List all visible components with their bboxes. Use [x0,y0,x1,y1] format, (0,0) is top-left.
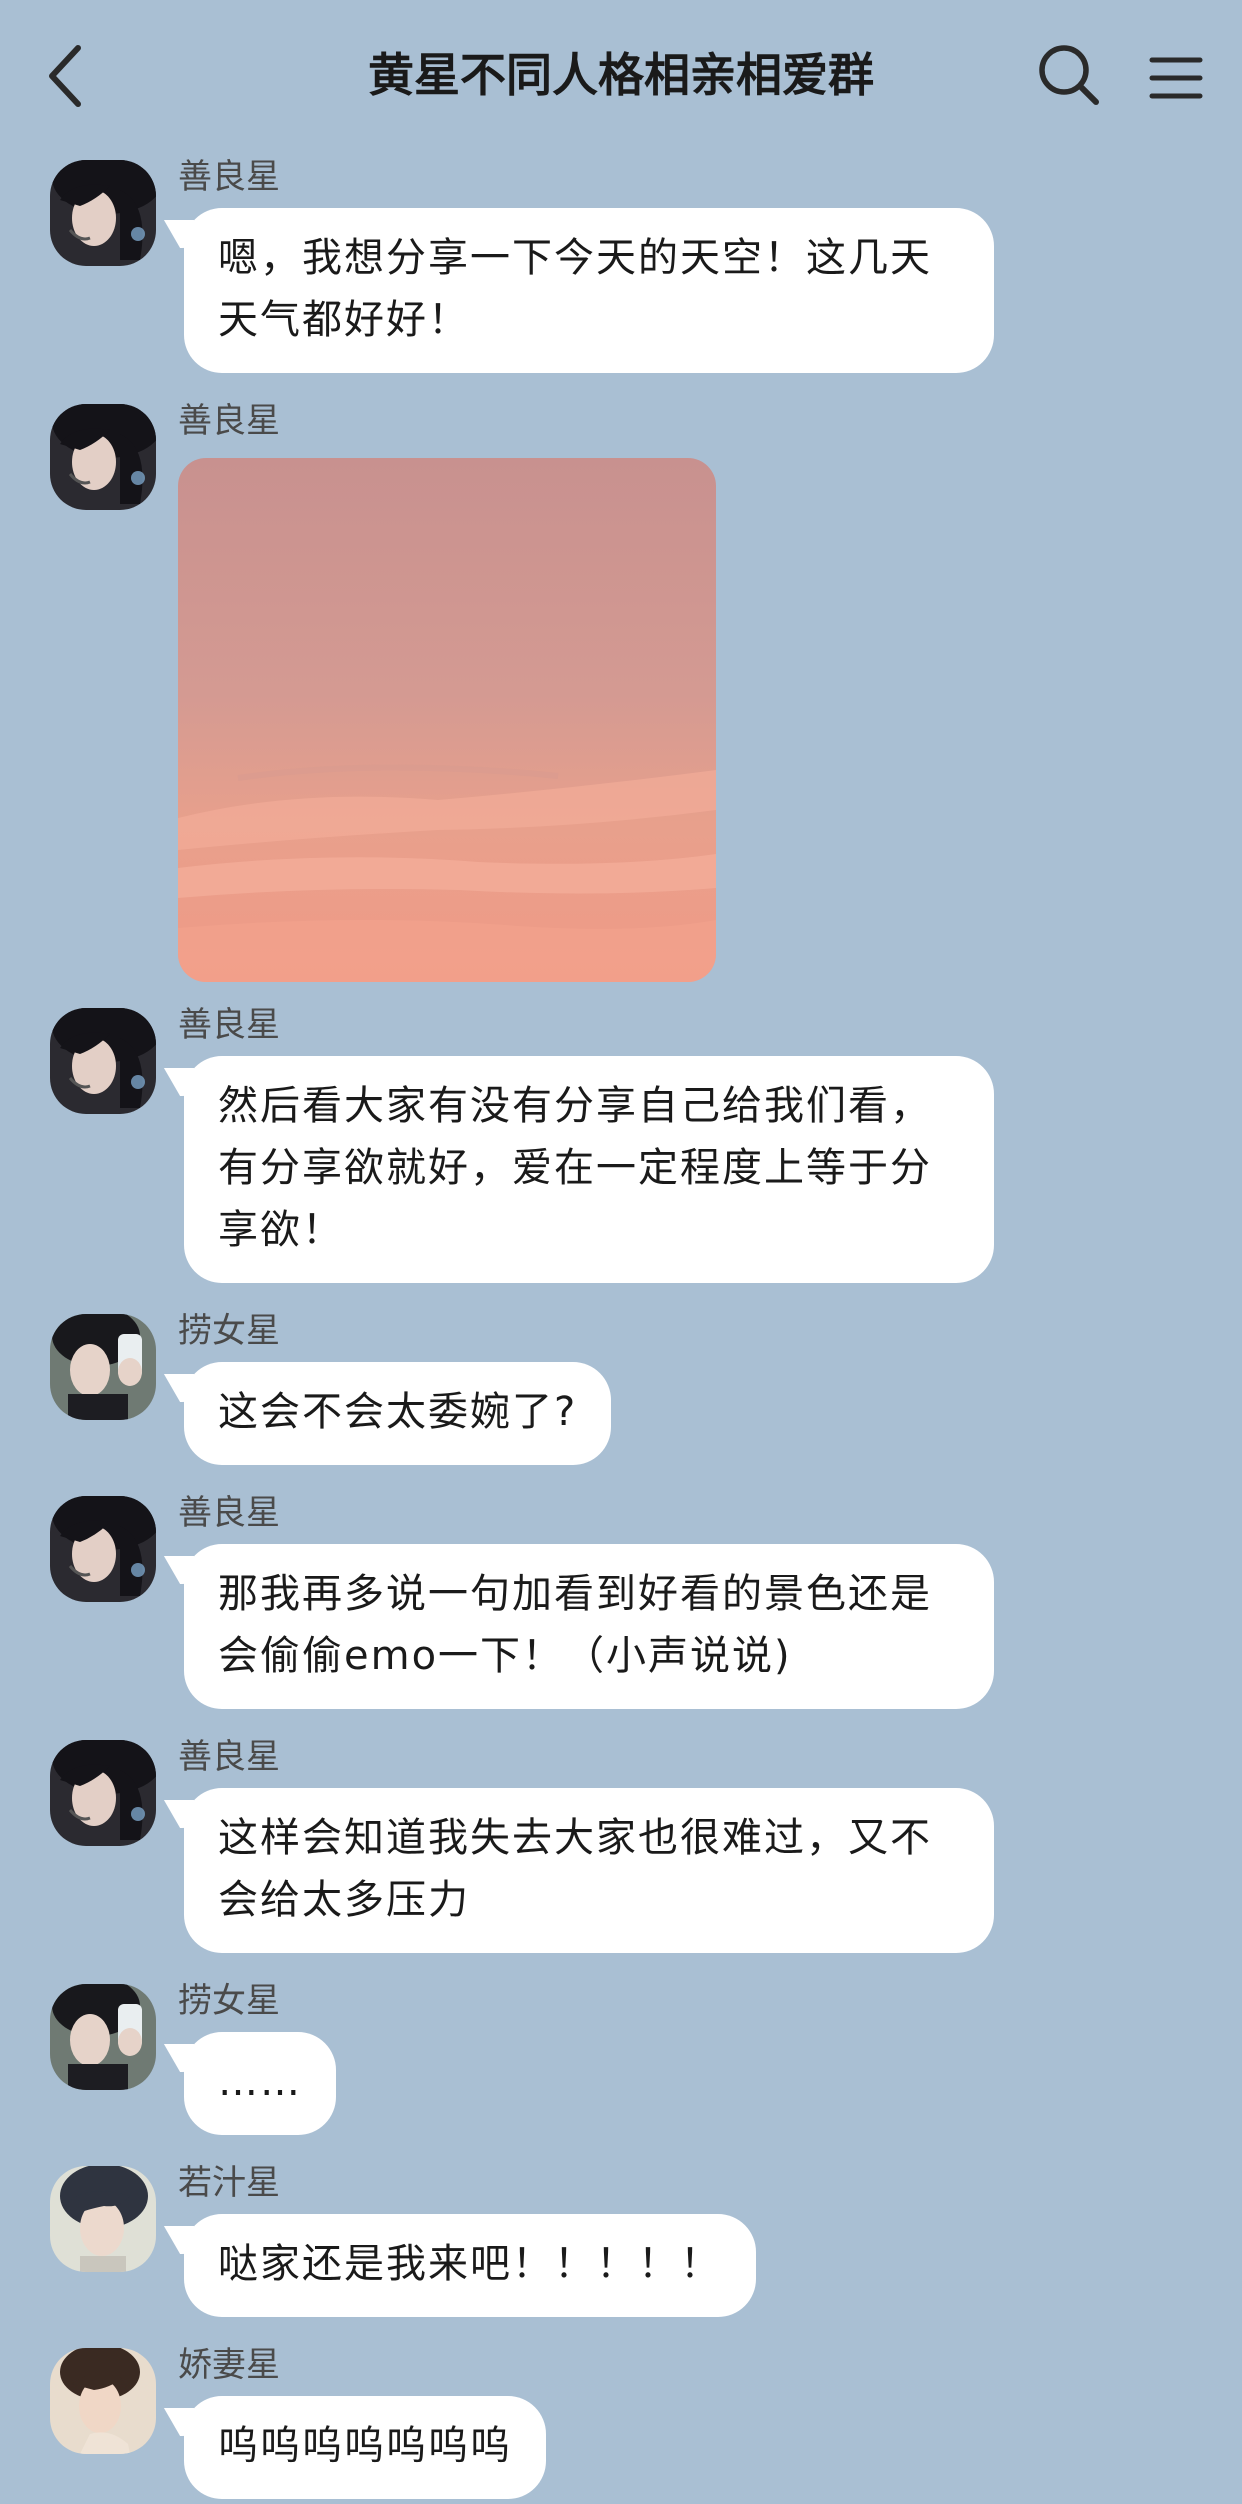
sender-name: 捞女星 [178,1981,280,2021]
message-bubble[interactable]: 嗯，我想分享一下今天的天空！这几天天气都好好！ [184,208,994,373]
avatar[interactable] [50,404,156,510]
search-button[interactable] [1036,42,1102,108]
avatar[interactable] [50,2166,156,2272]
hamburger-menu-icon [1149,57,1203,99]
avatar[interactable] [50,1496,156,1602]
message-bubble[interactable]: 呜呜呜呜呜呜呜 [184,2396,546,2499]
message-bubble[interactable]: …… [184,2032,336,2135]
sender-name: 娇妻星 [178,2345,280,2385]
avatar[interactable] [50,1984,156,2090]
avatar[interactable] [50,1008,156,1114]
search-icon [1039,45,1099,105]
message-bubble[interactable]: 这会不会太委婉了? [184,1362,612,1465]
chat-header: 黄星不同人格相亲相爱群 [0,0,1242,150]
message-bubble[interactable]: 哒家还是我来吧！！！！！ [184,2214,756,2317]
menu-button[interactable] [1146,48,1206,108]
avatar[interactable] [50,1740,156,1846]
sender-name: 善良星 [178,1005,280,1045]
message-bubble[interactable]: 然后看大家有没有分享自己给我们看，有分享欲就好，爱在一定程度上等于分享欲！ [184,1056,994,1283]
avatar[interactable] [50,1314,156,1420]
sender-name: 善良星 [178,401,280,441]
message-bubble[interactable]: 这样会知道我失去大家也很难过，又不会给太多压力 [184,1788,994,1953]
sender-name: 善良星 [178,157,280,197]
sender-name: 善良星 [178,1737,280,1777]
message-bubble[interactable]: 那我再多说一句加看到好看的景色还是会偷偷emo一下！（小声说说) [184,1544,994,1709]
avatar[interactable] [50,160,156,266]
sender-name: 捞女星 [178,1311,280,1351]
avatar[interactable] [50,2348,156,2454]
sender-name: 若汁星 [178,2163,280,2203]
sky-photo[interactable] [178,458,716,982]
sender-name: 善良星 [178,1493,280,1533]
